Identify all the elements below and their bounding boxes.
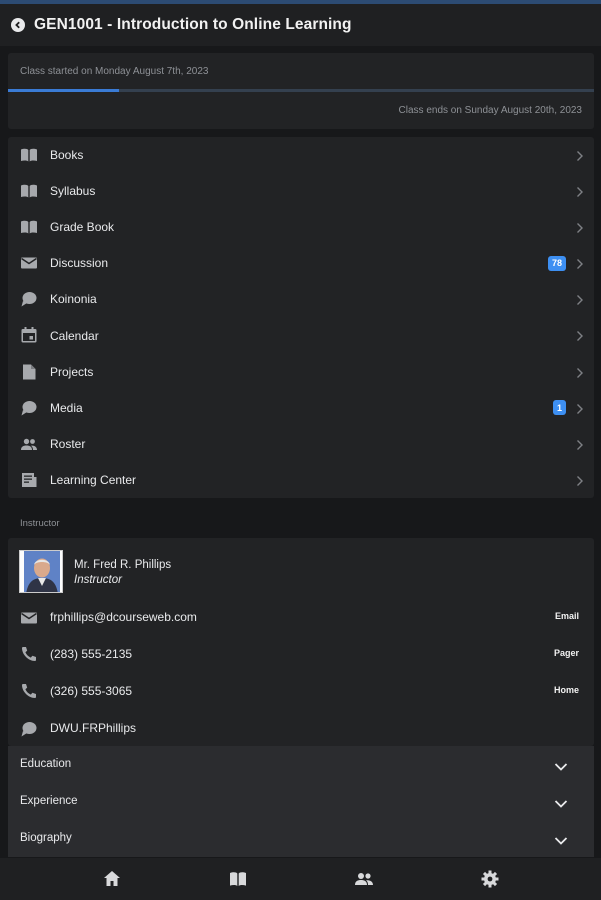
chat-icon (20, 290, 38, 308)
chat-icon (20, 720, 38, 737)
gear-icon[interactable] (480, 869, 500, 889)
menu-item-projects[interactable]: Projects (8, 354, 594, 390)
chevron-right-icon (576, 293, 584, 306)
menu-item-books[interactable]: Books (8, 137, 594, 173)
people-icon (20, 435, 38, 453)
menu-item-roster[interactable]: Roster (8, 426, 594, 462)
menu-item-calendar[interactable]: Calendar (8, 317, 594, 353)
menu-item-syllabus[interactable]: Syllabus (8, 173, 594, 209)
class-progress-fill (8, 89, 120, 92)
contact-row[interactable]: frphillips@dcourseweb.com Email (8, 599, 594, 635)
people-icon[interactable] (354, 869, 374, 889)
contact-type-label: Pager (553, 648, 579, 658)
menu-item-discussion[interactable]: Discussion 78 (8, 245, 594, 281)
contact-value: (283) 555-2135 (50, 647, 133, 661)
count-badge: 78 (547, 255, 566, 271)
chevron-right-icon (576, 438, 584, 450)
contact-value: DWU.FRPhillips (50, 721, 137, 735)
contact-value: (326) 555-3065 (50, 684, 133, 698)
menu-item-label: Media (50, 400, 83, 415)
phone-icon (20, 683, 38, 699)
instructor-name: Mr. Fred R. Phillips (74, 559, 172, 571)
menu-item-label: Koinonia (50, 292, 97, 307)
chevron-right-icon (576, 221, 584, 234)
contact-value: frphillips@dcourseweb.com (50, 610, 197, 624)
accordion-experience[interactable]: Experience (8, 783, 594, 820)
document-icon (20, 363, 38, 381)
class-start-text: Class started on Monday August 7th, 2023 (20, 66, 209, 77)
menu-item-learning-center[interactable]: Learning Center (8, 462, 594, 498)
menu-item-label: Roster (50, 436, 86, 451)
accordion-education[interactable]: Education (8, 746, 594, 783)
contact-type-label: Home (553, 685, 579, 695)
instructor-photo (19, 550, 63, 593)
chevron-right-icon (576, 185, 584, 198)
instructor-section-label: Instructor (20, 518, 60, 529)
contact-row[interactable]: (326) 555-3065 Home (8, 673, 594, 709)
count-badge: 1 (552, 400, 566, 416)
chat-icon (20, 399, 38, 417)
accordion-label: Education (20, 758, 72, 770)
chevron-down-icon (554, 833, 568, 845)
chevron-down-icon (554, 759, 568, 771)
menu-item-label: Grade Book (50, 220, 115, 235)
contact-row[interactable]: DWU.FRPhillips (8, 710, 594, 746)
class-end-text: Class ends on Sunday August 20th, 2023 (398, 105, 582, 116)
class-progress-card: Class started on Monday August 7th, 2023… (8, 53, 594, 129)
menu-item-label: Projects (50, 364, 94, 379)
mail-icon (20, 254, 38, 272)
chevron-right-icon (576, 149, 584, 161)
back-icon[interactable] (11, 18, 25, 32)
menu-item-label: Discussion (50, 256, 109, 271)
instructor-card: Mr. Fred R. Phillips Instructor frphilli… (8, 538, 594, 746)
instructor-role: Instructor (74, 574, 122, 586)
book-icon[interactable] (228, 869, 248, 889)
menu-item-media[interactable]: Media 1 (8, 390, 594, 426)
menu-item-koinonia[interactable]: Koinonia (8, 281, 594, 317)
news-icon (20, 471, 38, 489)
home-icon[interactable] (102, 869, 122, 889)
book-icon (20, 218, 38, 236)
class-progress-bar (8, 89, 594, 92)
menu-item-grade-book[interactable]: Grade Book (8, 209, 594, 245)
bottom-nav (0, 858, 601, 900)
phone-icon (20, 646, 38, 662)
course-menu: Books Syllabus Grade Book Discussion 78 Koino… (8, 137, 594, 498)
menu-item-label: Syllabus (50, 184, 96, 199)
chevron-right-icon (576, 366, 584, 378)
accordion-label: Experience (20, 795, 78, 807)
menu-item-label: Learning Center (50, 472, 137, 487)
chevron-right-icon (576, 257, 584, 270)
book-icon (20, 146, 38, 164)
chevron-right-icon (576, 329, 584, 342)
contact-row[interactable]: (283) 555-2135 Pager (8, 636, 594, 672)
menu-item-label: Calendar (50, 328, 99, 343)
chevron-right-icon (576, 402, 584, 414)
chevron-right-icon (576, 474, 584, 486)
book-icon (20, 182, 38, 200)
menu-item-label: Books (50, 148, 84, 163)
mail-icon (20, 609, 38, 625)
contact-type-label: Email (554, 611, 579, 621)
chevron-down-icon (554, 796, 568, 808)
accordion-biography[interactable]: Biography (8, 820, 594, 857)
accordion-label: Biography (20, 832, 72, 844)
calendar-icon (20, 326, 38, 344)
page-title: GEN1001 - Introduction to Online Learnin… (34, 16, 352, 33)
app-header: GEN1001 - Introduction to Online Learnin… (0, 4, 601, 46)
